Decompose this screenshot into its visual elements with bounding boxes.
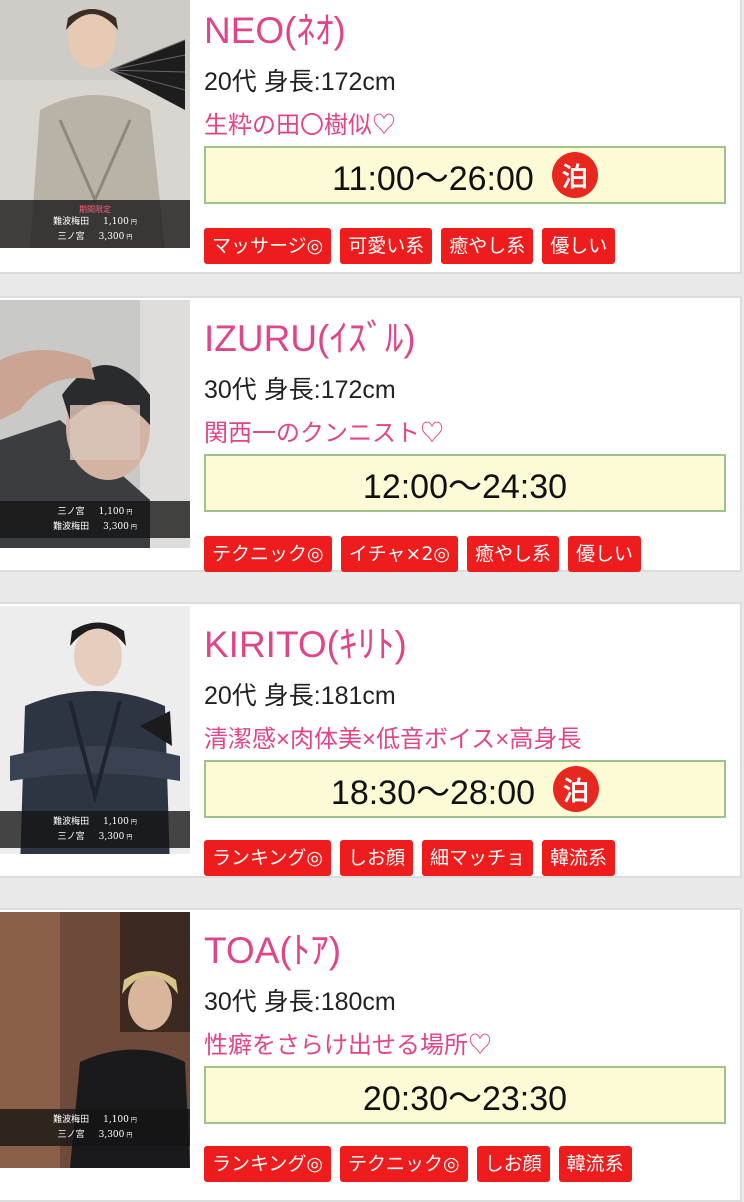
tag: しお顔: [340, 840, 414, 876]
price-area: 難波梅田: [53, 217, 90, 227]
work-hours: 20:30〜23:30: [362, 1079, 568, 1118]
cast-photo[interactable]: 難波梅田 1,100 円 三ノ宮 3,300 円: [0, 912, 190, 1168]
price-unit: 円: [126, 234, 133, 241]
price-value: 3,300: [98, 1130, 125, 1140]
price-area: 三ノ宮: [57, 1130, 85, 1140]
price-row: 三ノ宮 1,100 円: [0, 505, 190, 520]
tag: 可愛い系: [340, 228, 433, 264]
price-row: 難波梅田 3,300 円: [0, 520, 190, 535]
price-area: 三ノ宮: [57, 832, 85, 842]
price-area: 難波梅田: [53, 1115, 90, 1125]
tag: イチャ×2◎: [340, 536, 458, 572]
price-unit: 円: [126, 1132, 133, 1139]
cast-name[interactable]: NEO(ﾈｵ): [204, 0, 346, 54]
price-area: 難波梅田: [53, 522, 90, 532]
tag: テクニック◎: [204, 536, 332, 572]
cast-catchphrase: 清潔感×肉体美×低音ボイス×高身長: [204, 726, 582, 753]
work-hours-box: 12:00〜24:30: [204, 454, 726, 512]
tag: 韓流系: [558, 1146, 632, 1182]
cast-name[interactable]: KIRITO(ｷﾘﾄ): [204, 614, 407, 668]
price-row: 三ノ宮 3,300 円: [0, 230, 190, 245]
price-box: 三ノ宮 1,100 円 難波梅田 3,300 円: [0, 501, 190, 538]
cast-card-izuru[interactable]: 三ノ宮 1,100 円 難波梅田 3,300 円 IZURU(ｲｽﾞﾙ) 30代 身…: [0, 296, 742, 572]
work-hours: 18:30〜28:00: [330, 773, 536, 812]
tag: ランキング◎: [204, 840, 332, 876]
overnight-badge: 泊: [553, 766, 600, 812]
cast-age-height: 30代 身長:172cm: [204, 376, 396, 404]
price-area: 三ノ宮: [57, 507, 85, 517]
price-unit: 円: [126, 834, 133, 841]
price-value: 1,100: [103, 1115, 129, 1125]
tag: しお顔: [476, 1146, 550, 1182]
price-value: 3,300: [98, 832, 125, 842]
price-row: 三ノ宮 3,300 円: [0, 830, 190, 845]
tag: 癒やし系: [441, 228, 534, 264]
cast-card-kirito[interactable]: 難波梅田 1,100 円 三ノ宮 3,300 円 KIRITO(ｷﾘﾄ) 20代 身…: [0, 602, 742, 878]
price-value: 1,100: [103, 217, 129, 227]
tag-list: テクニック◎ イチャ×2◎ 癒やし系 優しい: [204, 536, 642, 572]
tag: 細マッチョ: [422, 840, 534, 876]
tag: 韓流系: [542, 840, 616, 876]
cast-catchphrase: 性癖をさらけ出せる場所♡: [204, 1032, 492, 1059]
cast-catchphrase: 生粋の田〇樹似♡: [204, 112, 396, 139]
tag: マッサージ◎: [204, 228, 332, 264]
price-area: 難波梅田: [53, 817, 90, 827]
cast-name[interactable]: IZURU(ｲｽﾞﾙ): [204, 308, 416, 362]
price-unit: 円: [130, 219, 137, 226]
tag-list: ランキング◎ テクニック◎ しお顔 韓流系: [204, 1146, 632, 1182]
tag-list: マッサージ◎ 可愛い系 癒やし系 優しい: [204, 228, 616, 264]
cast-photo[interactable]: 期間限定 難波梅田 1,100 円 三ノ宮 3,300 円: [0, 0, 190, 248]
tag: 優しい: [568, 536, 642, 572]
cast-card-toa[interactable]: 難波梅田 1,100 円 三ノ宮 3,300 円 TOA(ﾄｱ) 30代 身長:18…: [0, 908, 742, 1202]
work-hours-box: 20:30〜23:30: [204, 1066, 726, 1124]
cast-age-height: 20代 身長:172cm: [204, 68, 396, 96]
price-unit: 円: [126, 509, 133, 516]
tag: ランキング◎: [204, 1146, 332, 1182]
work-hours-box: 11:00〜26:00 泊: [204, 146, 726, 204]
cast-age-height: 20代 身長:181cm: [204, 682, 396, 710]
price-row: 難波梅田 1,100 円: [0, 1113, 190, 1128]
work-hours: 11:00〜26:00: [332, 159, 534, 198]
price-row: 三ノ宮 3,300 円: [0, 1128, 190, 1143]
cast-name[interactable]: TOA(ﾄｱ): [204, 920, 341, 974]
tag: 優しい: [542, 228, 616, 264]
price-note: 期間限定: [79, 205, 111, 214]
price-value: 1,100: [103, 817, 129, 827]
tag: 癒やし系: [467, 536, 560, 572]
work-hours: 12:00〜24:30: [362, 467, 568, 506]
tag-list: ランキング◎ しお顔 細マッチョ 韓流系: [204, 840, 616, 876]
price-box: 難波梅田 1,100 円 三ノ宮 3,300 円: [0, 811, 190, 848]
tag: テクニック◎: [340, 1146, 468, 1182]
overnight-badge: 泊: [551, 152, 598, 198]
price-area: 三ノ宮: [57, 232, 85, 242]
cast-card-neo[interactable]: 期間限定 難波梅田 1,100 円 三ノ宮 3,300 円 NEO(ﾈｵ) 20代 …: [0, 0, 742, 274]
price-unit: 円: [130, 1117, 137, 1124]
cast-catchphrase: 関西一のクンニスト♡: [204, 420, 444, 447]
price-unit: 円: [130, 819, 137, 826]
price-value: 3,300: [103, 522, 129, 532]
cast-photo[interactable]: 難波梅田 1,100 円 三ノ宮 3,300 円: [0, 606, 190, 854]
price-value: 3,300: [98, 232, 125, 242]
cast-photo[interactable]: 三ノ宮 1,100 円 難波梅田 3,300 円: [0, 300, 190, 548]
price-box: 期間限定 難波梅田 1,100 円 三ノ宮 3,300 円: [0, 200, 190, 248]
work-hours-box: 18:30〜28:00 泊: [204, 760, 726, 818]
price-box: 難波梅田 1,100 円 三ノ宮 3,300 円: [0, 1109, 190, 1146]
price-unit: 円: [130, 524, 137, 531]
price-row: 難波梅田 1,100 円: [0, 815, 190, 830]
cast-age-height: 30代 身長:180cm: [204, 988, 396, 1016]
price-row: 難波梅田 1,100 円: [0, 215, 190, 230]
price-value: 1,100: [98, 507, 125, 517]
